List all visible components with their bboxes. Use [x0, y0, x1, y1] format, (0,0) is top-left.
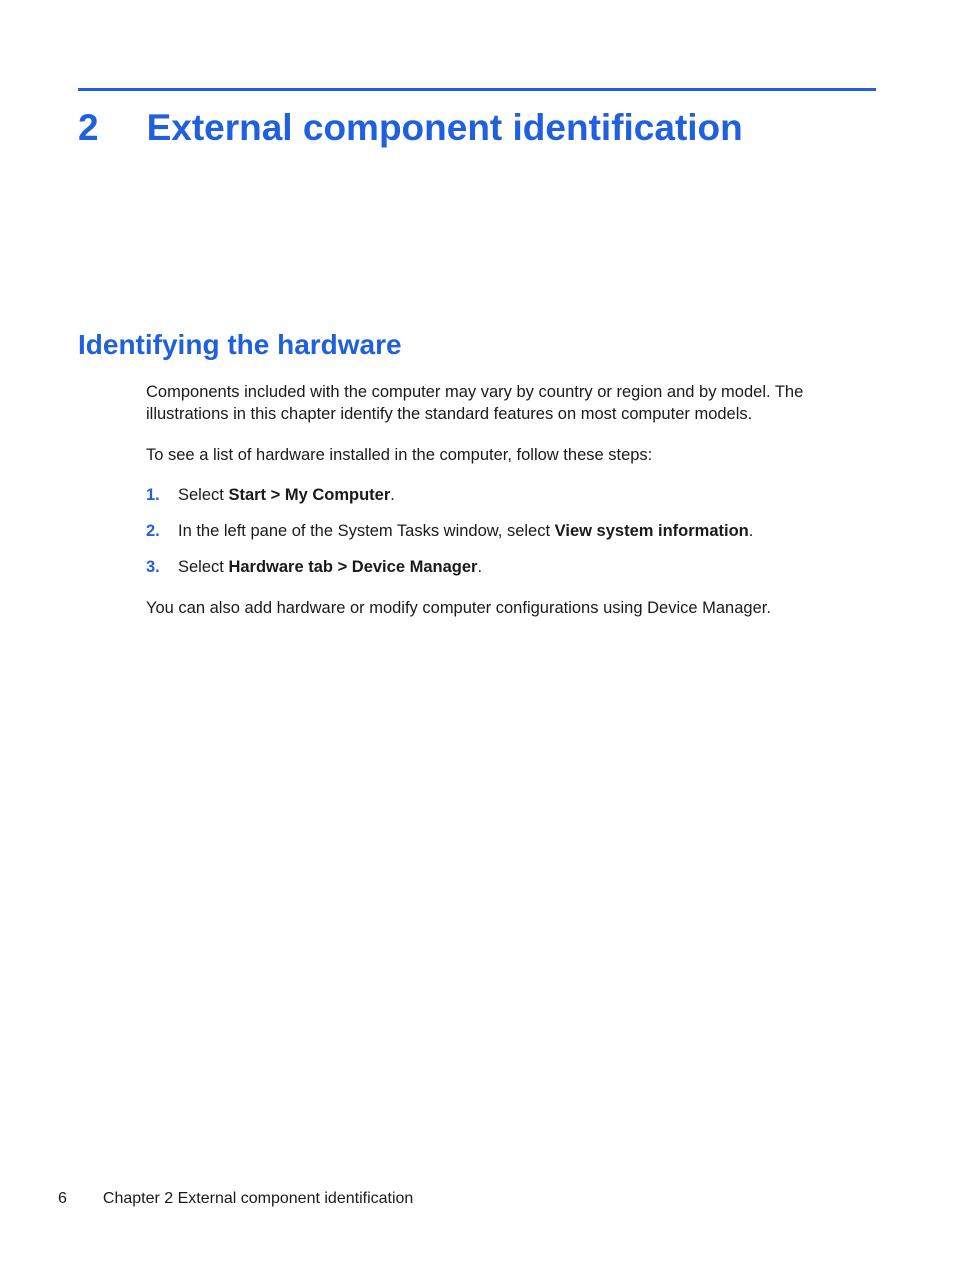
step-prefix: In the left pane of the System Tasks win… — [178, 522, 555, 540]
chapter-heading: 2 External component identification — [78, 107, 876, 149]
body-content: Components included with the computer ma… — [78, 381, 876, 619]
step-prefix: Select — [178, 558, 228, 576]
step-number: 3. — [146, 556, 178, 578]
section-title: Identifying the hardware — [78, 329, 876, 361]
step-prefix: Select — [178, 486, 228, 504]
step-suffix: . — [477, 558, 482, 576]
step-suffix: . — [390, 486, 395, 504]
chapter-number: 2 — [78, 107, 99, 149]
footer-text: Chapter 2 External component identificat… — [103, 1190, 413, 1208]
step-bold: Hardware tab > Device Manager — [228, 558, 477, 576]
step-text: Select Hardware tab > Device Manager. — [178, 556, 856, 578]
step-number: 1. — [146, 484, 178, 506]
list-item: 3. Select Hardware tab > Device Manager. — [146, 556, 856, 578]
chapter-title: External component identification — [147, 107, 743, 149]
step-number: 2. — [146, 520, 178, 542]
step-text: In the left pane of the System Tasks win… — [178, 520, 856, 542]
leadin-paragraph: To see a list of hardware installed in t… — [146, 444, 856, 466]
closing-paragraph: You can also add hardware or modify comp… — [146, 597, 856, 619]
page-footer: 6 Chapter 2 External component identific… — [58, 1190, 413, 1208]
list-item: 2. In the left pane of the System Tasks … — [146, 520, 856, 542]
chapter-rule — [78, 88, 876, 91]
step-text: Select Start > My Computer. — [178, 484, 856, 506]
intro-paragraph: Components included with the computer ma… — [146, 381, 856, 426]
step-list: 1. Select Start > My Computer. 2. In the… — [146, 484, 856, 579]
step-bold: View system information — [555, 522, 749, 540]
page-content: 2 External component identification Iden… — [0, 0, 954, 619]
step-bold: Start > My Computer — [228, 486, 390, 504]
step-suffix: . — [749, 522, 754, 540]
list-item: 1. Select Start > My Computer. — [146, 484, 856, 506]
footer-page-number: 6 — [58, 1190, 67, 1208]
